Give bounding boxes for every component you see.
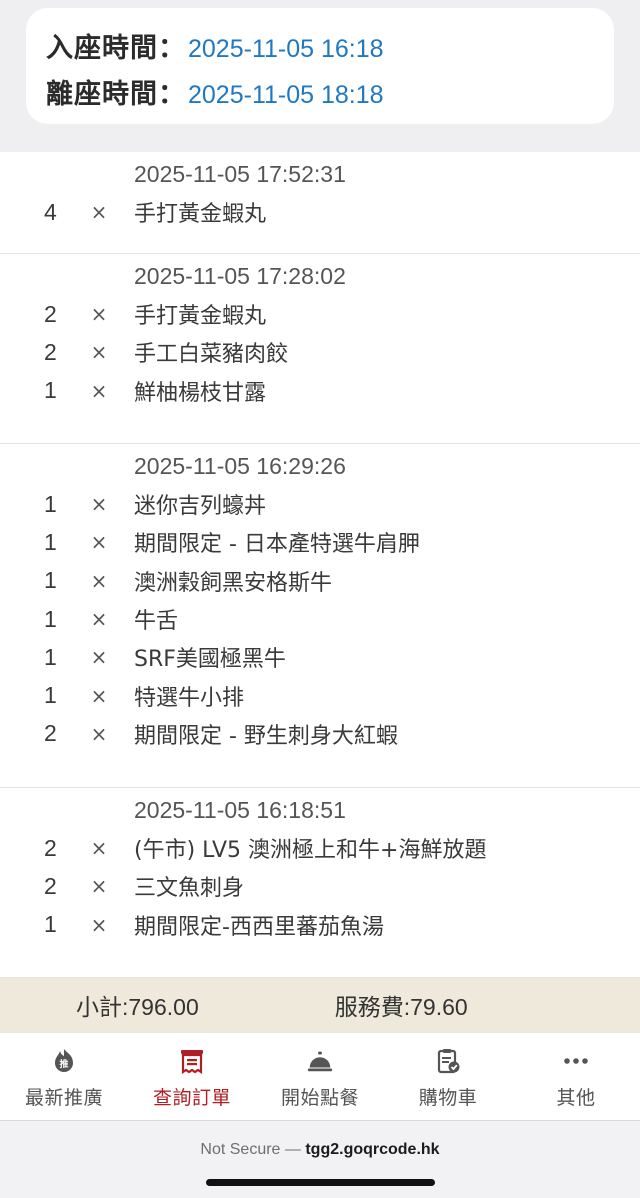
checkin-row: 入座時間： 2025-11-05 16:18 bbox=[46, 26, 614, 72]
item-quantity: 1 bbox=[44, 605, 57, 632]
item-quantity: 1 bbox=[44, 377, 57, 404]
order-item-row: 2 × 期間限定 - 野生刺身大紅蝦 bbox=[0, 715, 640, 753]
item-name: 鮮柚楊枝甘露 bbox=[134, 380, 267, 406]
multiply-sign: × bbox=[90, 200, 108, 225]
item-name: 牛舌 bbox=[134, 609, 179, 635]
service-bell-icon bbox=[306, 1047, 334, 1075]
item-quantity: 1 bbox=[44, 567, 57, 594]
checkout-label: 離座時間： bbox=[46, 79, 186, 110]
multiply-sign: × bbox=[90, 683, 108, 708]
multiply-sign: × bbox=[90, 645, 108, 670]
order-item-row: 1 × SRF美國極黑牛 bbox=[0, 638, 640, 676]
multiply-sign: × bbox=[90, 912, 108, 937]
checkout-row: 離座時間： 2025-11-05 18:18 bbox=[46, 72, 614, 118]
order-timestamp: 2025-11-05 17:52:31 bbox=[134, 161, 346, 187]
tab-start-ordering[interactable]: 開始點餐 bbox=[256, 1033, 384, 1120]
order-item-row: 2 × (午市) LV5 澳洲極上和牛+海鮮放題 bbox=[0, 829, 640, 867]
order-group: 2025-11-05 17:28:02 2 × 手打黃金蝦丸 2 × 手工白菜豬肉餃 1 × 鮮柚… bbox=[0, 254, 640, 444]
order-item-row: 4 × 手打黃金蝦丸 bbox=[0, 193, 640, 231]
item-name: 澳洲穀飼黑安格斯牛 bbox=[134, 570, 333, 596]
order-item-row: 1 × 鮮柚楊枝甘露 bbox=[0, 372, 640, 410]
order-item-row: 1 × 期間限定 - 日本產特選牛肩胛 bbox=[0, 523, 640, 561]
order-item-row: 1 × 牛舌 bbox=[0, 600, 640, 638]
item-quantity: 4 bbox=[44, 198, 57, 225]
order-history-list[interactable]: 2025-11-05 17:52:31 4 × 手打黃金蝦丸 2025-11-05 17… bbox=[0, 152, 640, 978]
order-group: 2025-11-05 16:29:26 1 × 迷你吉列蠔丼 1 × 期間限定 - 日本產特… bbox=[0, 444, 640, 788]
checkin-label: 入座時間： bbox=[46, 33, 186, 64]
order-item-row: 1 × 期間限定-西西里蕃茄魚湯 bbox=[0, 906, 640, 944]
order-group: 2025-11-05 16:18:51 2 × (午市) LV5 澳洲極上和牛+海鮮放… bbox=[0, 788, 640, 978]
multiply-sign: × bbox=[90, 378, 108, 403]
order-receipt-icon bbox=[178, 1047, 206, 1075]
checkout-value: 2025-11-05 18:18 bbox=[188, 81, 384, 109]
multiply-sign: × bbox=[90, 340, 108, 365]
tab-label: 其他 bbox=[556, 1087, 596, 1109]
tab-label: 查詢訂單 bbox=[152, 1087, 231, 1109]
multiply-sign: × bbox=[90, 721, 108, 746]
item-name: 手打黃金蝦丸 bbox=[134, 304, 267, 330]
multiply-sign: × bbox=[90, 607, 108, 632]
item-name: 期間限定 - 野生刺身大紅蝦 bbox=[134, 723, 398, 749]
tab-promotions[interactable]: 推 最新推廣 bbox=[0, 1033, 128, 1120]
item-quantity: 2 bbox=[44, 720, 57, 747]
item-quantity: 1 bbox=[44, 911, 57, 938]
order-item-row: 1 × 澳洲穀飼黑安格斯牛 bbox=[0, 562, 640, 600]
checklist-clipboard-icon bbox=[434, 1047, 462, 1075]
tab-label: 購物車 bbox=[418, 1087, 478, 1109]
item-name: SRF美國極黑牛 bbox=[134, 647, 286, 673]
item-quantity: 1 bbox=[44, 682, 57, 709]
recommend-badge-icon: 推 bbox=[50, 1047, 78, 1075]
item-name: 期間限定-西西里蕃茄魚湯 bbox=[134, 914, 384, 940]
order-item-row: 2 × 手打黃金蝦丸 bbox=[0, 295, 640, 333]
order-group: 2025-11-05 17:52:31 4 × 手打黃金蝦丸 bbox=[0, 152, 640, 254]
tab-label: 最新推廣 bbox=[24, 1087, 103, 1109]
item-name: 期間限定 - 日本產特選牛肩胛 bbox=[134, 532, 420, 558]
item-quantity: 2 bbox=[44, 834, 57, 861]
order-item-row: 2 × 手工白菜豬肉餃 bbox=[0, 333, 640, 371]
security-warning: Not Secure — bbox=[200, 1141, 301, 1158]
item-name: 迷你吉列蠔丼 bbox=[134, 494, 267, 520]
order-timestamp: 2025-11-05 16:29:26 bbox=[134, 453, 346, 479]
order-item-row: 1 × 特選牛小排 bbox=[0, 676, 640, 714]
item-quantity: 2 bbox=[44, 872, 57, 899]
url-text[interactable]: Not Secure — tgg2.goqrcode.hk bbox=[0, 1141, 640, 1159]
tab-label: 開始點餐 bbox=[280, 1087, 359, 1109]
order-item-row: 1 × 迷你吉列蠔丼 bbox=[0, 485, 640, 523]
more-dots-icon bbox=[562, 1047, 590, 1075]
tab-cart[interactable]: 購物車 bbox=[384, 1033, 512, 1120]
item-quantity: 1 bbox=[44, 643, 57, 670]
multiply-sign: × bbox=[90, 568, 108, 593]
home-indicator[interactable] bbox=[206, 1179, 435, 1186]
subtotal-text: 小計:796.00 bbox=[76, 994, 199, 1020]
svg-text:推: 推 bbox=[59, 1058, 68, 1070]
item-quantity: 2 bbox=[44, 338, 57, 365]
summary-bar: 小計:796.00 服務費:79.60 bbox=[0, 978, 640, 1032]
multiply-sign: × bbox=[90, 302, 108, 327]
order-item-row: 2 × 三文魚刺身 bbox=[0, 867, 640, 905]
bottom-tab-bar: 推 最新推廣 查詢訂單 開始點餐 購物車 其他 bbox=[0, 1032, 640, 1120]
multiply-sign: × bbox=[90, 836, 108, 861]
multiply-sign: × bbox=[90, 492, 108, 517]
browser-url-bar[interactable]: Not Secure — tgg2.goqrcode.hk bbox=[0, 1120, 640, 1198]
tab-more[interactable]: 其他 bbox=[512, 1033, 640, 1120]
url-host: tgg2.goqrcode.hk bbox=[305, 1141, 440, 1158]
order-timestamp: 2025-11-05 16:18:51 bbox=[134, 797, 346, 823]
item-name: 三文魚刺身 bbox=[134, 876, 245, 902]
service-charge-text: 服務費:79.60 bbox=[334, 994, 468, 1020]
item-quantity: 2 bbox=[44, 300, 57, 327]
checkin-value: 2025-11-05 16:18 bbox=[188, 35, 384, 63]
item-name: (午市) LV5 澳洲極上和牛+海鮮放題 bbox=[134, 838, 487, 864]
item-name: 手工白菜豬肉餃 bbox=[134, 342, 289, 368]
multiply-sign: × bbox=[90, 530, 108, 555]
item-name: 特選牛小排 bbox=[134, 685, 245, 711]
item-quantity: 1 bbox=[44, 528, 57, 555]
item-name: 手打黃金蝦丸 bbox=[134, 202, 267, 228]
item-quantity: 1 bbox=[44, 490, 57, 517]
order-timestamp: 2025-11-05 17:28:02 bbox=[134, 263, 346, 289]
session-time-card: 入座時間： 2025-11-05 16:18 離座時間： 2025-11-05 … bbox=[26, 8, 614, 124]
multiply-sign: × bbox=[90, 874, 108, 899]
tab-order-query[interactable]: 查詢訂單 bbox=[128, 1033, 256, 1120]
